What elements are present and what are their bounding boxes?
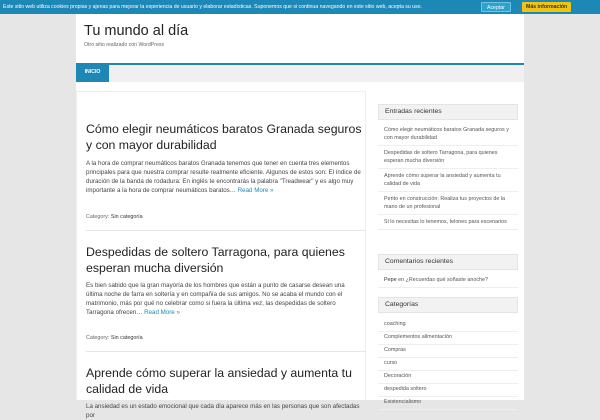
category-item[interactable]: coaching <box>378 319 518 332</box>
excerpt-text: Es bien sabido que la gran mayoría de lo… <box>86 282 345 316</box>
recent-post-link[interactable]: Despedidas de soltero Tarragona, para qu… <box>378 146 518 169</box>
site-description: Otro sitio realizado con WordPress <box>84 42 165 48</box>
post-divider <box>86 351 366 352</box>
category-item[interactable]: curso <box>378 358 518 371</box>
recent-post-link[interactable]: Aprende cómo superar la ansiedad y aumen… <box>378 169 518 192</box>
category-item[interactable]: Compras <box>378 345 518 358</box>
content-area: Cómo elegir neumáticos baratos Granada s… <box>76 91 366 419</box>
category-label: Category: <box>86 214 110 220</box>
recent-comment: Pepe en ¿Recuerdas qué soñaste anoche? <box>378 273 518 288</box>
main-nav: INICIO <box>76 63 524 82</box>
post-excerpt: A la hora de comprar neumáticos baratos … <box>86 159 361 195</box>
category-link[interactable]: Sin categoría <box>111 214 143 220</box>
widget-heading: Entradas recientes <box>378 104 518 120</box>
cookie-bar: Este sitio web utiliza cookies propias y… <box>0 0 600 14</box>
category-item[interactable]: Existencialismo <box>378 397 518 410</box>
nav-item-home[interactable]: INICIO <box>76 63 109 82</box>
post-divider <box>86 230 366 231</box>
recent-comments-widget: Comentarios recientes Pepe en ¿Recuerdas… <box>378 254 518 288</box>
category-label: Category: <box>86 335 110 341</box>
cookie-text: Este sitio web utiliza cookies propias y… <box>3 4 422 10</box>
post-category: Category: Sin categoría <box>86 335 143 341</box>
category-link[interactable]: Sin categoría <box>111 335 143 341</box>
post-title[interactable]: Aprende cómo superar la ansiedad y aumen… <box>86 366 366 397</box>
read-more-link[interactable]: Read More » <box>144 309 180 316</box>
read-more-link[interactable]: Read More » <box>238 187 274 194</box>
commenter-name: Pepe <box>384 277 397 283</box>
site-title[interactable]: Tu mundo al día <box>84 23 188 39</box>
categories-widget: Categorías coaching Complementos aliment… <box>378 297 518 410</box>
more-info-button[interactable]: Más información <box>522 2 572 12</box>
accept-cookies-button[interactable]: Aceptar <box>481 2 511 12</box>
comment-connector: en <box>398 277 405 283</box>
widget-heading: Categorías <box>378 297 518 313</box>
excerpt-text: A la hora de comprar neumáticos baratos … <box>86 160 361 194</box>
category-item[interactable]: Complementos alimentación <box>378 332 518 345</box>
widget-heading: Comentarios recientes <box>378 254 518 270</box>
post-title[interactable]: Cómo elegir neumáticos baratos Granada s… <box>86 122 366 153</box>
category-item[interactable]: Decoración <box>378 371 518 384</box>
post-category: Category: Sin categoría <box>86 214 143 220</box>
post-title[interactable]: Despedidas de soltero Tarragona, para qu… <box>86 245 366 276</box>
comment-post-link[interactable]: ¿Recuerdas qué soñaste anoche? <box>406 277 488 283</box>
post-excerpt: La ansiedad es un estado emocional que c… <box>86 403 360 419</box>
recent-posts-widget: Entradas recientes Cómo elegir neumático… <box>378 104 518 230</box>
category-item[interactable]: despedida soltero <box>378 384 518 397</box>
page-wrapper: Tu mundo al día Otro sitio realizado con… <box>76 14 524 419</box>
recent-post-link[interactable]: Si lo necesitas lo tenemos, telones para… <box>378 215 518 230</box>
recent-post-link[interactable]: Cómo elegir neumáticos baratos Granada s… <box>378 123 518 146</box>
post-excerpt: Es bien sabido que la gran mayoría de lo… <box>86 281 361 317</box>
recent-post-link[interactable]: Perito en construcción: Realiza tus proy… <box>378 192 518 215</box>
